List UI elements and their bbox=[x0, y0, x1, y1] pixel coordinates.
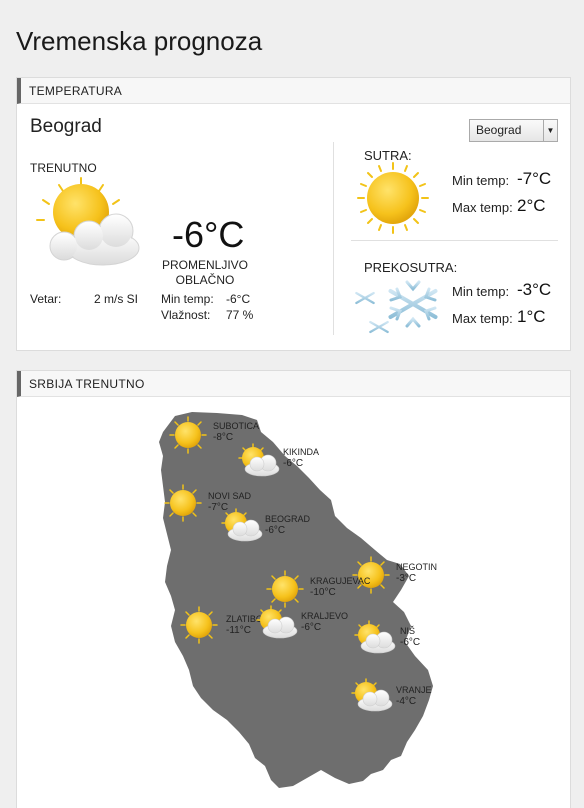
temperature-panel-header: TEMPERATURA bbox=[17, 78, 570, 104]
map-city-kragujevac: KRAGUJEVAC -10°C bbox=[310, 576, 371, 598]
snowflake-icon bbox=[355, 276, 438, 339]
serbia-map-panel: SRBIJA TRENUTNO SUBOTICA -8°C KIKINDA -6… bbox=[16, 370, 571, 808]
wind-label: Vetar: bbox=[30, 292, 62, 306]
city-select-value: Beograd bbox=[476, 123, 522, 137]
day-after-max-value: 1°C bbox=[517, 307, 546, 326]
current-label: TRENUTNO bbox=[30, 161, 97, 175]
serbia-map: SUBOTICA -8°C KIKINDA -6°C NOVI SAD -7°C… bbox=[17, 398, 570, 808]
sun-cloud-icon bbox=[354, 620, 396, 654]
sun-icon bbox=[180, 606, 218, 644]
temperature-panel: TEMPERATURA Beograd Beograd ▼ TRENUTNO -… bbox=[16, 77, 571, 351]
current-min-value: -6°C bbox=[226, 292, 251, 306]
tomorrow-label: SUTRA: bbox=[364, 148, 412, 163]
current-min-label: Min temp: bbox=[161, 292, 214, 306]
tomorrow-max-value: 2°C bbox=[517, 196, 546, 215]
page-title: Vremenska prognoza bbox=[16, 26, 263, 56]
day-after-min-value: -3°C bbox=[517, 280, 552, 299]
city-name: Beograd bbox=[30, 116, 102, 137]
sun-icon bbox=[164, 484, 202, 522]
sun-icon bbox=[266, 570, 304, 608]
day-after-label: PREKOSUTRA: bbox=[364, 260, 458, 275]
map-city-vranje: VRANJE -4°C bbox=[396, 685, 432, 707]
chevron-down-icon[interactable]: ▼ bbox=[543, 120, 557, 141]
sun-cloud-icon bbox=[36, 177, 140, 266]
sun-cloud-icon bbox=[238, 443, 280, 477]
current-temperature: -6°C bbox=[172, 214, 245, 255]
serbia-panel-header: SRBIJA TRENUTNO bbox=[17, 371, 570, 397]
description-line-2: OBLAČNO bbox=[175, 273, 235, 287]
description-line-1: PROMENLJIVO bbox=[161, 258, 248, 272]
wind-value: 2 m/s SI bbox=[94, 292, 139, 306]
map-city-subotica: SUBOTICA -8°C bbox=[213, 421, 260, 443]
city-select[interactable]: Beograd ▼ bbox=[469, 119, 558, 142]
tomorrow-min-value: -7°C bbox=[517, 169, 552, 188]
map-city-negotin: NEGOTIN -3°C bbox=[396, 562, 438, 584]
humidity-value: 77 % bbox=[226, 308, 254, 322]
day-after-max-label: Max temp: bbox=[452, 311, 513, 326]
tomorrow-min-label: Min temp: bbox=[452, 173, 510, 188]
sun-icon bbox=[357, 162, 429, 234]
sun-cloud-icon bbox=[221, 508, 263, 542]
map-city-kikinda: KIKINDA -6°C bbox=[283, 447, 320, 469]
humidity-label: Vlažnost: bbox=[161, 308, 211, 322]
sun-icon bbox=[169, 416, 207, 454]
sun-cloud-icon bbox=[351, 678, 393, 712]
forecast-divider bbox=[351, 240, 558, 241]
map-city-nis: NIŠ -6°C bbox=[400, 626, 421, 648]
map-city-beograd: BEOGRAD -6°C bbox=[265, 514, 311, 536]
tomorrow-max-label: Max temp: bbox=[452, 200, 513, 215]
sun-cloud-icon bbox=[256, 605, 298, 639]
current-description: PROMENLJIVO OBLAČNO bbox=[157, 258, 253, 288]
map-city-kraljevo: KRALJEVO -6°C bbox=[301, 611, 349, 633]
day-after-min-label: Min temp: bbox=[452, 284, 510, 299]
column-divider bbox=[333, 142, 334, 335]
